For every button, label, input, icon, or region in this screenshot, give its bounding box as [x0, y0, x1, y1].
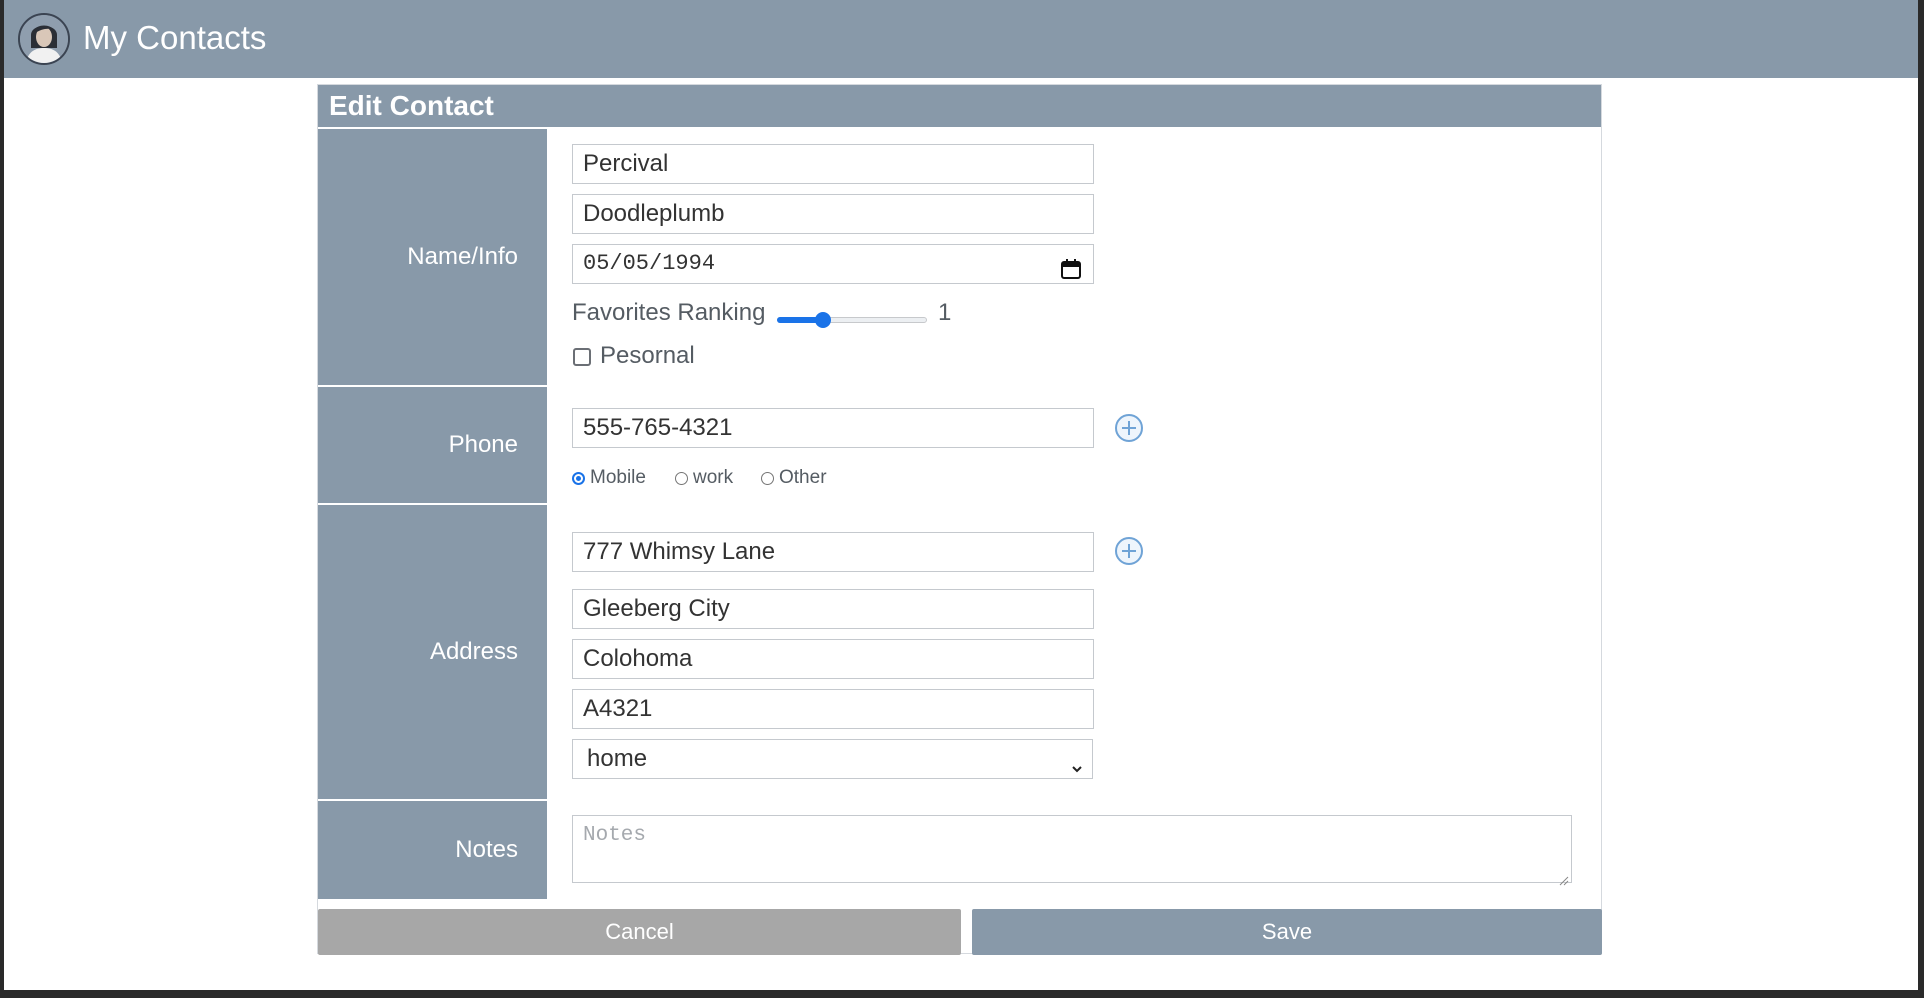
birthdate-input[interactable]: 05/05/1994: [572, 244, 1094, 284]
cancel-button[interactable]: Cancel: [318, 909, 961, 955]
app-title: My Contacts: [83, 19, 267, 56]
select-value: home: [587, 745, 648, 772]
radio-option-mobile[interactable]: Mobile: [572, 467, 646, 489]
phone-input[interactable]: 555-765-4321: [572, 408, 1094, 448]
app-header: My Contacts: [4, 0, 1918, 78]
section-label-text: Notes: [455, 836, 518, 863]
state-input[interactable]: Colohoma: [572, 639, 1094, 679]
section-label-text: Phone: [448, 431, 518, 458]
radio-button[interactable]: [761, 471, 774, 485]
resize-grip-icon[interactable]: [1559, 870, 1569, 886]
save-button[interactable]: Save: [972, 909, 1602, 955]
section-label-name-info: Name/Info: [318, 129, 547, 385]
user-avatar-icon: [18, 13, 70, 65]
favorites-ranking-slider[interactable]: [777, 310, 927, 330]
add-phone-icon[interactable]: [1115, 414, 1143, 442]
radio-button[interactable]: [572, 471, 585, 485]
last-name-input[interactable]: Doodleplumb: [572, 194, 1094, 234]
radio-label: work: [693, 467, 734, 488]
slider-thumb[interactable]: [814, 312, 831, 328]
first-name-input[interactable]: Percival: [572, 144, 1094, 184]
section-label-text: Name/Info: [407, 243, 518, 270]
street-input[interactable]: 777 Whimsy Lane: [572, 532, 1094, 572]
radio-button[interactable]: [675, 471, 688, 485]
add-address-icon[interactable]: [1115, 537, 1143, 565]
section-label-address: Address: [318, 505, 547, 799]
calendar-icon[interactable]: [1061, 255, 1081, 279]
favorites-ranking-value: 1: [938, 299, 952, 326]
radio-label: Mobile: [590, 467, 646, 488]
radio-option-other[interactable]: Other: [761, 467, 827, 489]
cancel-button-label: Cancel: [605, 919, 674, 944]
chevron-down-icon: [1070, 750, 1084, 773]
section-label-notes: Notes: [318, 801, 547, 899]
form-header: Edit Contact: [318, 85, 1601, 127]
form-title: Edit Contact: [329, 90, 494, 121]
birthdate-value: 05/05/1994: [583, 251, 716, 276]
radio-option-work[interactable]: work: [675, 467, 733, 489]
zip-input[interactable]: A4321: [572, 689, 1094, 729]
personal-checkbox[interactable]: [573, 348, 591, 366]
radio-label: Other: [779, 467, 827, 488]
personal-label: Pesornal: [600, 342, 695, 369]
notes-textarea[interactable]: Notes: [572, 815, 1572, 886]
favorites-ranking-label: Favorites Ranking: [572, 299, 766, 326]
city-input[interactable]: Gleeberg City: [572, 589, 1094, 629]
edit-contact-form: Edit Contact Name/Info Phone Address Not…: [317, 84, 1602, 955]
app-window: My Contacts Edit Contact Name/Info Phone…: [4, 0, 1918, 990]
address-type-select[interactable]: home: [572, 739, 1093, 779]
notes-placeholder: Notes: [583, 824, 647, 847]
section-label-text: Address: [429, 638, 518, 665]
section-label-phone: Phone: [318, 387, 547, 503]
save-button-label: Save: [1261, 919, 1313, 944]
